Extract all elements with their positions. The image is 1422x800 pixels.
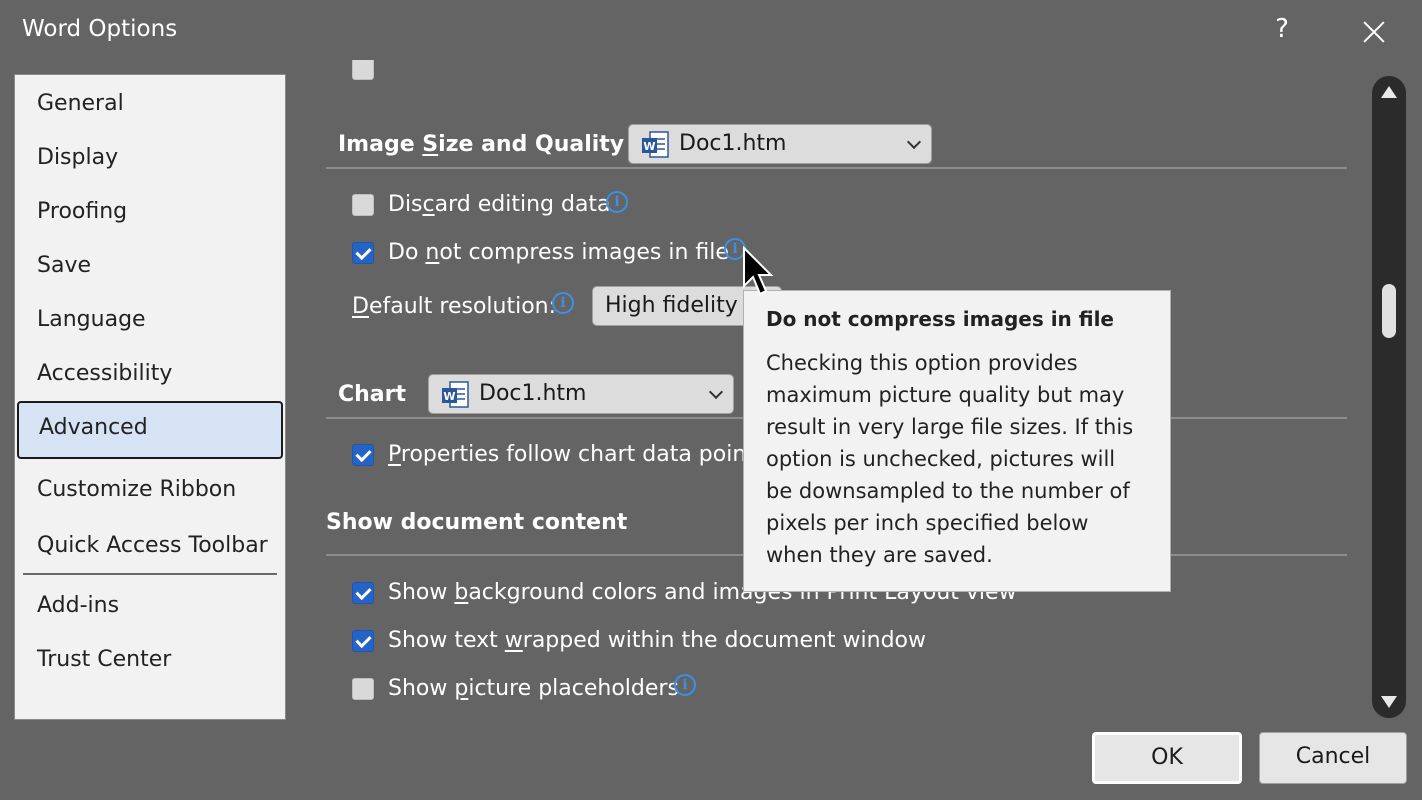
scroll-thumb[interactable] bbox=[1382, 284, 1396, 338]
help-button[interactable]: ? bbox=[1268, 14, 1296, 44]
window-title: Word Options bbox=[22, 16, 178, 42]
ok-button[interactable]: OK bbox=[1092, 732, 1242, 784]
chart-properties-label[interactable]: Properties follow chart data point bbox=[388, 442, 755, 467]
discard-editing-checkbox[interactable] bbox=[352, 194, 374, 216]
tooltip: Do not compress images in file Checking … bbox=[743, 290, 1171, 592]
content-section-title: Show document content bbox=[326, 510, 628, 535]
chart-properties-checkbox[interactable] bbox=[352, 444, 374, 466]
sidebar-item-add-ins[interactable]: Add-ins bbox=[37, 593, 119, 618]
image-doc-select[interactable]: W Doc1.htm bbox=[628, 124, 932, 164]
info-icon[interactable]: i bbox=[552, 292, 574, 314]
no-compress-checkbox[interactable] bbox=[352, 242, 374, 264]
default-resolution-value: High fidelity bbox=[605, 293, 738, 318]
sidebar-item-language[interactable]: Language bbox=[37, 307, 146, 332]
chart-section-title: Chart bbox=[338, 382, 407, 407]
chart-doc-select-value: Doc1.htm bbox=[479, 381, 587, 406]
cancel-button[interactable]: Cancel bbox=[1259, 732, 1407, 784]
discard-editing-label[interactable]: Discard editing data bbox=[388, 192, 611, 217]
no-compress-label[interactable]: Do not compress images in file bbox=[388, 240, 729, 265]
sidebar-item-proofing[interactable]: Proofing bbox=[37, 199, 127, 224]
scroll-down-icon[interactable] bbox=[1381, 696, 1397, 708]
sidebar-item-accessibility[interactable]: Accessibility bbox=[37, 361, 172, 386]
sidebar-item-quick-access-toolbar[interactable]: Quick Access Toolbar bbox=[37, 533, 268, 558]
picture-placeholders-checkbox[interactable] bbox=[352, 678, 374, 700]
text-wrapped-label[interactable]: Show text wrapped within the document wi… bbox=[388, 628, 926, 653]
mouse-cursor-icon bbox=[743, 246, 774, 296]
info-icon[interactable]: i bbox=[606, 191, 628, 213]
tooltip-body: Checking this option provides maximum pi… bbox=[766, 351, 1134, 567]
word-doc-icon: W bbox=[442, 381, 469, 408]
sidebar-item-general[interactable]: General bbox=[37, 91, 124, 116]
svg-text:W: W bbox=[443, 390, 455, 403]
clipped-checkbox[interactable] bbox=[352, 60, 374, 80]
default-resolution-label: Default resolution: bbox=[352, 294, 557, 319]
sidebar-item-label: Advanced bbox=[39, 415, 148, 440]
word-doc-icon: W bbox=[642, 131, 669, 158]
chart-doc-select[interactable]: W Doc1.htm bbox=[428, 374, 734, 414]
sidebar-divider bbox=[23, 573, 277, 575]
sidebar: General Display Proofing Save Language A… bbox=[14, 74, 286, 720]
sidebar-item-advanced[interactable]: Advanced bbox=[17, 401, 283, 459]
svg-text:W: W bbox=[643, 140, 655, 153]
close-icon[interactable] bbox=[1356, 10, 1392, 50]
sidebar-item-save[interactable]: Save bbox=[37, 253, 91, 278]
image-section-title: Image Size and Quality bbox=[338, 132, 625, 157]
tooltip-title: Do not compress images in file bbox=[766, 307, 1114, 331]
sidebar-item-customize-ribbon[interactable]: Customize Ribbon bbox=[37, 477, 236, 502]
info-icon[interactable]: i bbox=[674, 674, 696, 696]
text-wrapped-checkbox[interactable] bbox=[352, 630, 374, 652]
scroll-up-icon[interactable] bbox=[1381, 86, 1397, 98]
section-divider bbox=[326, 167, 1347, 169]
image-doc-select-value: Doc1.htm bbox=[679, 131, 787, 156]
sidebar-item-trust-center[interactable]: Trust Center bbox=[37, 647, 171, 672]
picture-placeholders-label[interactable]: Show picture placeholders bbox=[388, 676, 679, 701]
sidebar-item-display[interactable]: Display bbox=[37, 145, 118, 170]
chevron-down-icon bbox=[708, 384, 724, 400]
vertical-scrollbar[interactable] bbox=[1372, 76, 1406, 718]
bg-colors-checkbox[interactable] bbox=[352, 582, 374, 604]
chevron-down-icon bbox=[906, 134, 922, 150]
